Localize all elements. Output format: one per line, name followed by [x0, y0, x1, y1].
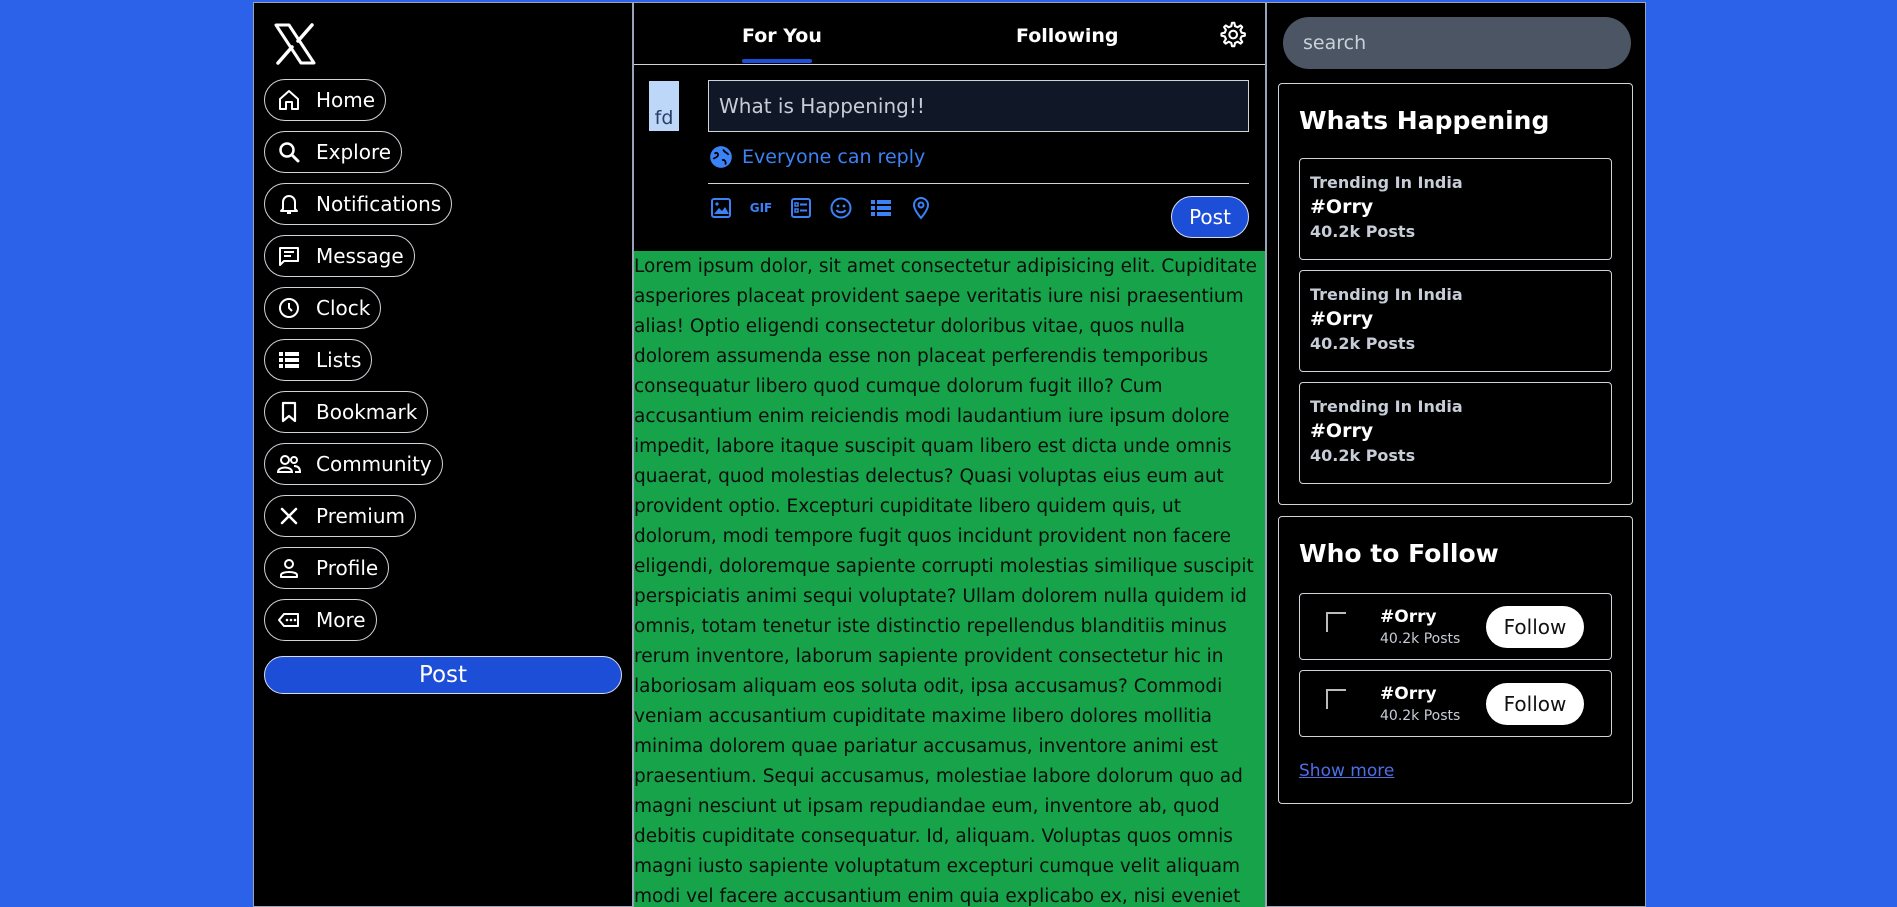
nav-item-clock[interactable]: Clock — [264, 287, 382, 329]
nav-item-premium[interactable]: Premium — [264, 495, 416, 537]
who-to-follow-title: Who to Follow — [1299, 539, 1499, 568]
clock-icon — [276, 295, 302, 321]
nav-item-bookmark[interactable]: Bookmark — [264, 391, 429, 433]
compose-input[interactable] — [708, 80, 1249, 132]
compose-post-button[interactable]: Post — [1171, 196, 1249, 238]
who-to-follow-panel: Who to Follow #Orry 40.2k Posts Follow #… — [1278, 516, 1633, 804]
follow-button[interactable]: Follow — [1486, 606, 1584, 648]
whats-happening-panel: Whats Happening Trending In India #Orry … — [1278, 83, 1633, 505]
trend-tag: #Orry — [1310, 308, 1374, 330]
nav-item-label: Profile — [316, 556, 379, 580]
nav-item-label: Lists — [316, 348, 362, 372]
show-more-link[interactable]: Show more — [1299, 761, 1394, 781]
nav-item-label: Notifications — [316, 192, 442, 216]
account-name: #Orry — [1380, 607, 1437, 627]
profile-icon — [276, 555, 302, 581]
composer-divider — [708, 183, 1249, 184]
nav-item-explore[interactable]: Explore — [264, 131, 403, 173]
x-logo-icon[interactable] — [272, 21, 318, 67]
active-tab-indicator — [742, 59, 812, 63]
nav-item-label: More — [316, 608, 366, 632]
tab-following[interactable]: Following — [1016, 25, 1119, 47]
search-icon — [276, 139, 302, 165]
nav-item-more[interactable]: More — [264, 599, 377, 641]
sidebar-post-button[interactable]: Post — [264, 656, 622, 694]
emoji-icon[interactable] — [828, 195, 854, 221]
trend-tag: #Orry — [1310, 420, 1374, 442]
trend-count: 40.2k Posts — [1310, 222, 1416, 241]
nav-item-notifications[interactable]: Notifications — [264, 183, 453, 225]
trend-card[interactable]: Trending In India #Orry 40.2k Posts — [1299, 270, 1612, 372]
right-sidebar: Whats Happening Trending In India #Orry … — [1266, 2, 1646, 907]
home-icon — [276, 87, 302, 113]
trend-card[interactable]: Trending In India #Orry 40.2k Posts — [1299, 158, 1612, 260]
reply-setting[interactable]: Everyone can reply — [708, 144, 925, 170]
bookmark-icon — [276, 399, 302, 425]
account-posts: 40.2k Posts — [1380, 631, 1461, 647]
poll-icon[interactable] — [788, 195, 814, 221]
trend-tag: #Orry — [1310, 196, 1374, 218]
follow-button[interactable]: Follow — [1486, 683, 1584, 725]
trend-count: 40.2k Posts — [1310, 446, 1416, 465]
globe-icon — [710, 146, 732, 168]
nav-item-label: Explore — [316, 140, 392, 164]
main-nav: Home Explore Notifications Message Clock… — [264, 79, 453, 651]
gif-icon[interactable]: GIF — [748, 195, 774, 221]
follow-suggestion: #Orry 40.2k Posts Follow — [1299, 593, 1612, 660]
follow-suggestion: #Orry 40.2k Posts Follow — [1299, 670, 1612, 737]
nav-item-message[interactable]: Message — [264, 235, 415, 277]
nav-item-label: Community — [316, 452, 432, 476]
nav-item-label: Clock — [316, 296, 371, 320]
account-avatar — [1326, 612, 1346, 632]
main-feed: For You Following fd Everyone can reply … — [633, 2, 1266, 907]
nav-item-label: Bookmark — [316, 400, 418, 424]
trend-category: Trending In India — [1310, 397, 1463, 416]
composer-toolbar: GIF — [708, 195, 934, 221]
community-icon — [276, 451, 302, 477]
post-composer: fd Everyone can reply GIF Post — [634, 65, 1265, 251]
list-icon — [276, 347, 302, 373]
gear-icon[interactable] — [1218, 21, 1246, 49]
post-text: Lorem ipsum dolor, sit amet consectetur … — [634, 251, 1265, 907]
nav-item-label: Home — [316, 88, 376, 112]
location-icon[interactable] — [908, 195, 934, 221]
whats-happening-title: Whats Happening — [1299, 106, 1550, 135]
x-icon — [276, 503, 302, 529]
more-icon — [276, 607, 302, 633]
left-sidebar: Home Explore Notifications Message Clock… — [253, 2, 633, 907]
bell-icon — [276, 191, 302, 217]
trend-count: 40.2k Posts — [1310, 334, 1416, 353]
nav-item-home[interactable]: Home — [264, 79, 387, 121]
account-posts: 40.2k Posts — [1380, 708, 1461, 724]
schedule-list-icon[interactable] — [868, 195, 894, 221]
avatar: fd — [649, 81, 679, 131]
nav-item-label: Premium — [316, 504, 405, 528]
tab-for-you[interactable]: For You — [742, 25, 822, 47]
message-icon — [276, 243, 302, 269]
account-name: #Orry — [1380, 684, 1437, 704]
image-icon[interactable] — [708, 195, 734, 221]
account-avatar — [1326, 689, 1346, 709]
search-input[interactable] — [1283, 17, 1631, 69]
trend-category: Trending In India — [1310, 173, 1463, 192]
nav-item-label: Message — [316, 244, 404, 268]
trend-category: Trending In India — [1310, 285, 1463, 304]
trend-card[interactable]: Trending In India #Orry 40.2k Posts — [1299, 382, 1612, 484]
nav-item-profile[interactable]: Profile — [264, 547, 390, 589]
nav-item-community[interactable]: Community — [264, 443, 443, 485]
reply-setting-label: Everyone can reply — [742, 146, 926, 168]
feed-tabs: For You Following — [634, 3, 1265, 65]
nav-item-lists[interactable]: Lists — [264, 339, 373, 381]
